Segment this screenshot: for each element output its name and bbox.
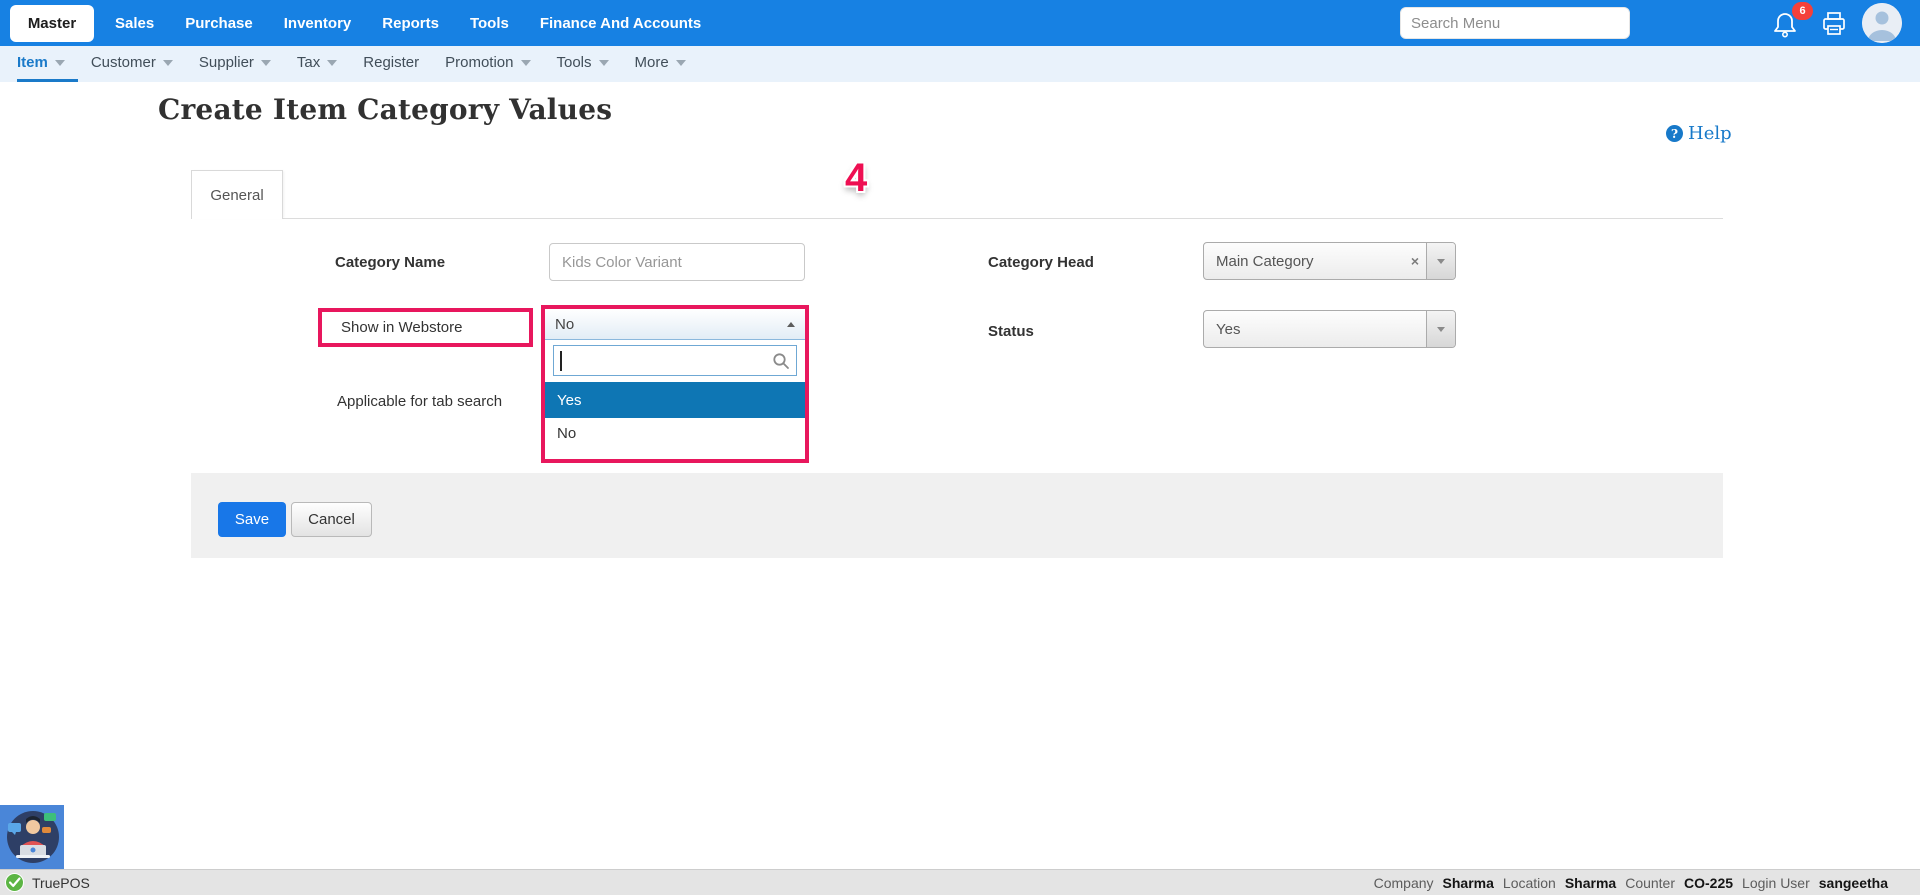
company-value: Sharma (1443, 875, 1494, 891)
chevron-down-icon (676, 60, 686, 66)
person-icon (1862, 3, 1902, 43)
subnav-item-item[interactable]: Item (17, 46, 78, 82)
nav-master-button[interactable]: Master (10, 5, 94, 42)
question-circle-icon: ? (1666, 125, 1683, 142)
form-action-strip: Save Cancel (191, 473, 1723, 558)
session-info: Company Sharma Location Sharma Counter C… (1374, 875, 1920, 891)
applicable-for-tab-search-label: Applicable for tab search (337, 393, 502, 410)
user-avatar[interactable] (1862, 3, 1902, 43)
brand-name: TruePOS (32, 875, 90, 891)
clear-selection-icon[interactable]: × (1404, 253, 1426, 269)
support-agent-illustration (0, 805, 64, 869)
status-label: Status (988, 323, 1034, 340)
dropdown-search-area (545, 340, 805, 382)
chevron-down-icon (327, 60, 337, 66)
chevron-down-icon (261, 60, 271, 66)
create-item-category-form: Category Name Category Head Main Categor… (191, 219, 1723, 473)
show-in-webstore-label-highlight: Show in Webstore (318, 308, 533, 347)
subnav-item-promotion[interactable]: Promotion (432, 46, 543, 82)
subnav-item-label: Supplier (199, 54, 254, 71)
category-head-value: Main Category (1204, 253, 1404, 270)
category-name-label: Category Name (335, 254, 445, 271)
subnav-item-label: Customer (91, 54, 156, 71)
text-cursor (560, 351, 562, 371)
category-head-label: Category Head (988, 254, 1094, 271)
subnav-item-label: Promotion (445, 54, 513, 71)
category-head-select[interactable]: Main Category × (1203, 242, 1456, 280)
counter-value: CO-225 (1684, 875, 1733, 891)
chevron-down-icon (55, 60, 65, 66)
dropdown-option-yes[interactable]: Yes (545, 382, 805, 418)
status-select[interactable]: Yes (1203, 310, 1456, 348)
subnav-item-label: More (635, 54, 669, 71)
nav-item-sales[interactable]: Sales (115, 15, 154, 32)
annotation-step-number: 4 (845, 156, 867, 201)
top-navigation-bar: Master Sales Purchase Inventory Reports … (0, 0, 1920, 46)
status-value: Yes (1204, 321, 1426, 338)
subnav-item-supplier[interactable]: Supplier (186, 46, 284, 82)
print-button[interactable] (1820, 10, 1848, 38)
cancel-button[interactable]: Cancel (291, 502, 372, 537)
printer-icon (1820, 10, 1848, 38)
show-in-webstore-label: Show in Webstore (341, 319, 462, 336)
chevron-down-icon (1437, 327, 1445, 332)
subnav-item-tools[interactable]: Tools (544, 46, 622, 82)
chevron-down-icon (521, 60, 531, 66)
category-name-input[interactable] (549, 243, 805, 281)
search-menu-input[interactable] (1400, 7, 1630, 39)
company-label: Company (1374, 875, 1434, 891)
chevron-up-icon (787, 322, 795, 327)
login-user-label: Login User (1742, 875, 1810, 891)
show-in-webstore-dropdown-highlight: No Yes No (541, 305, 809, 463)
subnav-item-customer[interactable]: Customer (78, 46, 186, 82)
status-bar: TruePOS Company Sharma Location Sharma C… (0, 869, 1920, 895)
chevron-down-icon (599, 60, 609, 66)
subnav-item-label: Register (363, 54, 419, 71)
subnav-item-label: Tools (557, 54, 592, 71)
chevron-down-icon (163, 60, 173, 66)
subnav-item-more[interactable]: More (622, 46, 699, 82)
subnav-item-label: Tax (297, 54, 320, 71)
category-head-dropdown-button[interactable] (1426, 243, 1455, 279)
help-link[interactable]: ? Help (1666, 123, 1732, 144)
top-nav-menu: Sales Purchase Inventory Reports Tools F… (115, 15, 701, 32)
chevron-down-icon (1437, 259, 1445, 264)
nav-item-reports[interactable]: Reports (382, 15, 439, 32)
save-button[interactable]: Save (218, 502, 286, 537)
counter-label: Counter (1625, 875, 1675, 891)
show-in-webstore-value: No (555, 316, 787, 333)
location-value: Sharma (1565, 875, 1616, 891)
nav-item-inventory[interactable]: Inventory (284, 15, 352, 32)
nav-item-purchase[interactable]: Purchase (185, 15, 253, 32)
show-in-webstore-select[interactable]: No (545, 309, 805, 340)
secondary-navigation-bar: Item Customer Supplier Tax Register Prom… (0, 46, 1920, 82)
app-window: Master Sales Purchase Inventory Reports … (0, 0, 1920, 895)
location-label: Location (1503, 875, 1556, 891)
status-dropdown-button[interactable] (1426, 311, 1455, 347)
subnav-item-label: Item (17, 54, 48, 71)
help-label: Help (1688, 123, 1732, 144)
search-icon (772, 352, 790, 370)
nav-item-tools[interactable]: Tools (470, 15, 509, 32)
dropdown-search-field[interactable] (553, 345, 797, 376)
chat-support-widget[interactable] (0, 805, 64, 869)
subnav-item-register[interactable]: Register (350, 46, 432, 82)
subnav-item-tax[interactable]: Tax (284, 46, 350, 82)
page-title: Create Item Category Values (158, 93, 612, 126)
check-circle-icon (5, 873, 24, 892)
dropdown-option-no[interactable]: No (545, 418, 805, 449)
tab-general[interactable]: General (191, 170, 283, 219)
login-user-value: sangeetha (1819, 875, 1888, 891)
notification-count-badge: 6 (1792, 2, 1813, 20)
tab-strip: General (191, 170, 1723, 219)
nav-item-finance-and-accounts[interactable]: Finance And Accounts (540, 15, 701, 32)
